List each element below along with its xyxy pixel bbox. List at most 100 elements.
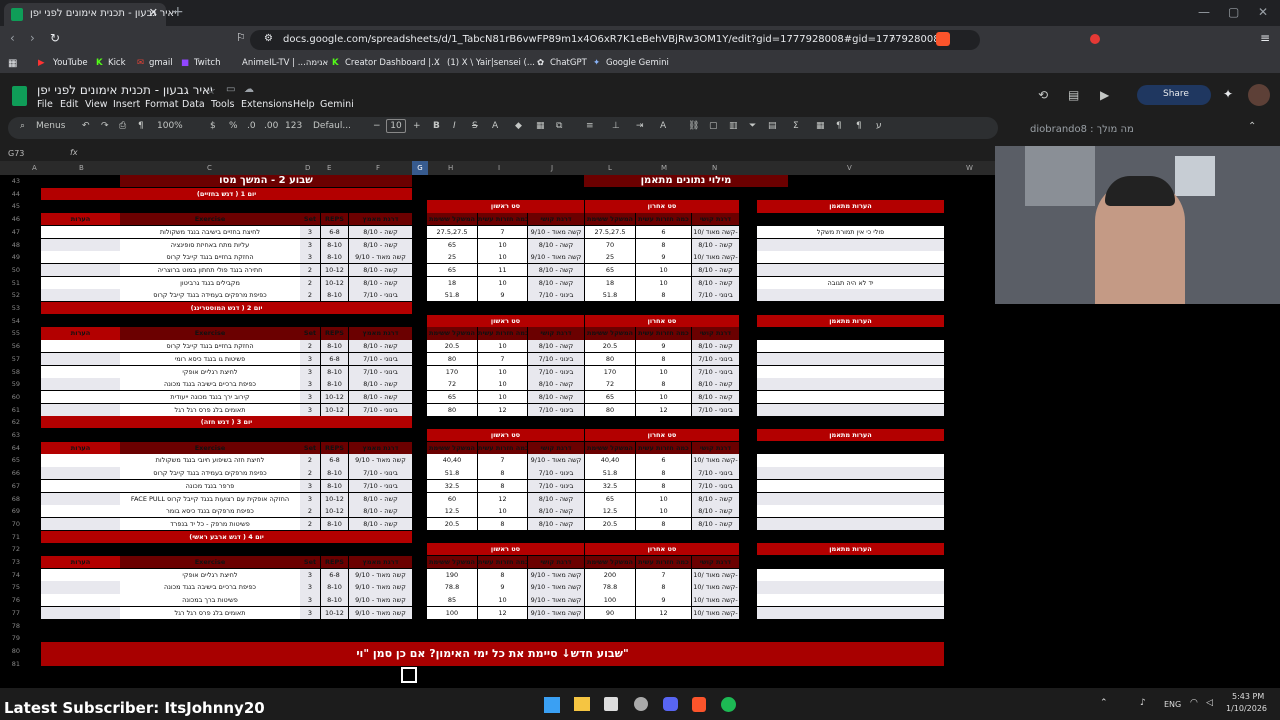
- cell-r2[interactable]: 7: [636, 568, 691, 581]
- cell-w1[interactable]: 100: [427, 606, 477, 619]
- cell-tn[interactable]: [757, 467, 944, 480]
- cell-d[interactable]: בינוני - 7/10: [349, 479, 412, 492]
- reload-icon[interactable]: ↻: [50, 31, 60, 45]
- move-icon[interactable]: ▭: [226, 84, 235, 95]
- decrease-decimal-button[interactable]: .0: [247, 121, 256, 131]
- cell-tn[interactable]: [757, 263, 944, 277]
- cell-r1[interactable]: 7: [478, 225, 527, 238]
- cell-w1[interactable]: 25: [427, 251, 477, 264]
- cell-w2[interactable]: 65: [585, 263, 635, 277]
- cell-w1[interactable]: 80: [427, 403, 477, 416]
- cell-d1[interactable]: 8/10 - קשה: [528, 517, 584, 531]
- link-icon[interactable]: ⛓: [688, 121, 699, 131]
- cell-w2[interactable]: 18: [585, 276, 635, 289]
- cell-set[interactable]: 2: [300, 276, 320, 289]
- cell-set[interactable]: 3: [300, 238, 320, 251]
- cell-set[interactable]: 3: [300, 594, 320, 607]
- cell-notes[interactable]: [41, 479, 120, 492]
- rotate-icon[interactable]: A: [660, 121, 666, 131]
- cell-notes[interactable]: [41, 225, 120, 238]
- fill-color-icon[interactable]: ◆: [515, 121, 522, 131]
- cell-r2[interactable]: 8: [636, 352, 691, 365]
- cell-ex[interactable]: פשיטות ברך במכונה: [120, 594, 300, 607]
- cell-d2[interactable]: בינוני - 7/10: [692, 352, 739, 365]
- ltr-icon[interactable]: ¶: [836, 121, 842, 131]
- row-number[interactable]: 65: [0, 456, 20, 464]
- cell-d[interactable]: קשה - 8/10: [349, 378, 412, 391]
- cell-reps[interactable]: 10-12: [321, 505, 348, 518]
- col-header[interactable]: C: [207, 164, 212, 172]
- cell-reps[interactable]: 8-10: [321, 467, 348, 480]
- row-number[interactable]: 60: [0, 393, 20, 401]
- name-box[interactable]: G73: [8, 149, 24, 158]
- cell-d1[interactable]: 9/10 - קשה מאוד: [528, 606, 584, 619]
- col-header[interactable]: M: [661, 164, 667, 172]
- cell-r2[interactable]: 12: [636, 606, 691, 619]
- menu-insert[interactable]: Insert: [113, 99, 140, 110]
- cell-r2[interactable]: 10: [636, 492, 691, 505]
- close-tab-icon[interactable]: ✕: [149, 6, 158, 19]
- cell-r2[interactable]: 8: [636, 238, 691, 251]
- cell-r2[interactable]: 9: [636, 251, 691, 264]
- cell-r2[interactable]: 9: [636, 340, 691, 353]
- cell-set[interactable]: 2: [300, 454, 320, 467]
- cell-d2[interactable]: קשה - 8/10: [692, 390, 739, 404]
- row-number[interactable]: 67: [0, 482, 20, 490]
- spotify-icon[interactable]: [721, 697, 736, 712]
- zoom-icon[interactable]: ⌕: [890, 32, 896, 46]
- row-number[interactable]: 55: [0, 329, 20, 337]
- row-number[interactable]: 46: [0, 215, 20, 223]
- volume-icon[interactable]: ◁: [1206, 698, 1213, 708]
- cell-reps[interactable]: 8-10: [321, 479, 348, 492]
- cell-d2[interactable]: בינוני - 7/10: [692, 479, 739, 492]
- cell-reps[interactable]: 8-10: [321, 238, 348, 251]
- cell-w2[interactable]: 80: [585, 403, 635, 416]
- bookmark-x[interactable]: (1) X \ Yair|sensei (...: [447, 58, 535, 68]
- bookmark-gemini[interactable]: Google Gemini: [606, 58, 669, 68]
- cell-d1[interactable]: 9/10 - קשה מאוד: [528, 454, 584, 467]
- cell-d1[interactable]: 7/10 - בינוני: [528, 289, 584, 302]
- cell-d2[interactable]: קשה - 8/10: [692, 276, 739, 289]
- wrap-icon[interactable]: ⇥: [636, 121, 644, 131]
- cell-tn[interactable]: [757, 340, 944, 353]
- cell-w1[interactable]: 27.5,27.5: [427, 225, 477, 238]
- cell-ex[interactable]: תאומים בלג פרס רגל רגל: [120, 606, 300, 619]
- chart-icon[interactable]: ▥: [729, 121, 738, 131]
- cell-d2[interactable]: קשה - 8/10: [692, 378, 739, 391]
- cell-d1[interactable]: 9/10 - קשה מאוד: [528, 581, 584, 594]
- share-button[interactable]: Share: [1137, 85, 1211, 105]
- cell-d1[interactable]: 8/10 - קשה: [528, 505, 584, 518]
- cell-w1[interactable]: 65: [427, 390, 477, 404]
- menu-file[interactable]: File: [37, 99, 53, 110]
- cell-tn[interactable]: [757, 568, 944, 581]
- cell-d2[interactable]: קשה מאוד /10-: [692, 225, 739, 238]
- cell-reps[interactable]: 6-8: [321, 225, 348, 238]
- cell-d2[interactable]: קשה - 8/10: [692, 238, 739, 251]
- cell-notes[interactable]: [41, 454, 120, 467]
- menus-search[interactable]: Menus: [36, 121, 65, 131]
- cell-r2[interactable]: 10: [636, 365, 691, 378]
- cell-r1[interactable]: 10: [478, 390, 527, 404]
- menu-gemini[interactable]: Gemini: [320, 99, 354, 110]
- bookmark-icon[interactable]: ⚐: [236, 31, 246, 44]
- row-number[interactable]: 77: [0, 609, 20, 617]
- cell-tn[interactable]: [757, 517, 944, 531]
- cell-w1[interactable]: 78.8: [427, 581, 477, 594]
- comments-icon[interactable]: ▤: [1068, 88, 1079, 102]
- cell-reps[interactable]: 8-10: [321, 289, 348, 302]
- cell-tn[interactable]: [757, 594, 944, 607]
- cell-r1[interactable]: 9: [478, 289, 527, 302]
- cell-notes[interactable]: [41, 467, 120, 480]
- cell-r1[interactable]: 7: [478, 454, 527, 467]
- row-number[interactable]: 74: [0, 571, 20, 579]
- cell-d[interactable]: קשה מאוד - 9/10: [349, 454, 412, 467]
- cell-d[interactable]: קשה - 8/10: [349, 340, 412, 353]
- browser-menu-icon[interactable]: ≡: [1260, 31, 1270, 45]
- cell-tn[interactable]: [757, 581, 944, 594]
- row-number[interactable]: 43: [0, 177, 20, 185]
- cell-notes[interactable]: [41, 378, 120, 391]
- cell-tn[interactable]: [757, 390, 944, 404]
- row-number[interactable]: 73: [0, 558, 20, 566]
- font-size-input[interactable]: 10: [386, 119, 406, 133]
- row-number[interactable]: 61: [0, 406, 20, 414]
